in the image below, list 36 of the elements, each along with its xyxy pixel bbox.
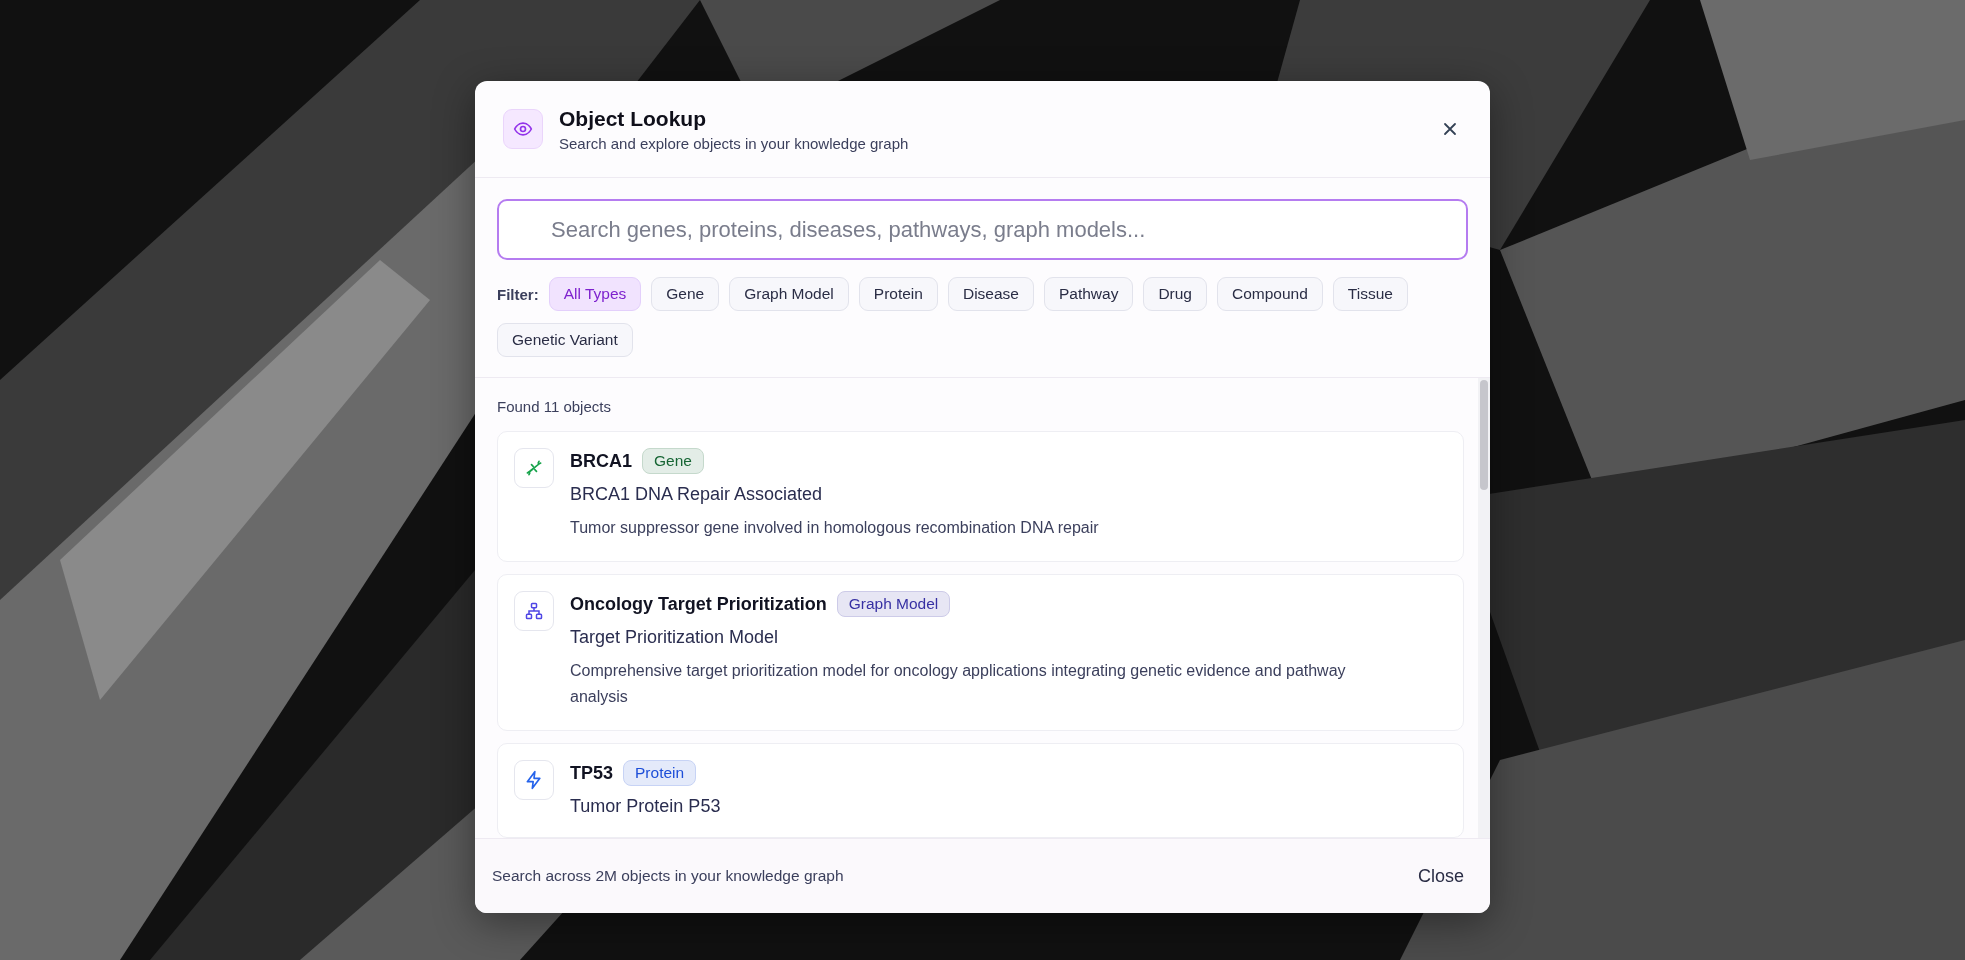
filter-chip[interactable]: Gene <box>651 277 720 311</box>
result-name: TP53 <box>570 762 614 784</box>
result-full-name: Target Prioritization Model <box>570 627 780 648</box>
lightning-icon <box>524 770 544 790</box>
hierarchy-icon <box>524 601 544 621</box>
result-name: BRCA1 <box>570 450 632 472</box>
result-description: Comprehensive target prioritization model for oncology applications integrating genetic evidence and pathway analysis <box>570 661 1347 707</box>
dna-icon <box>524 458 544 478</box>
close-button[interactable]: Close <box>1417 857 1464 895</box>
type-tag: Protein <box>623 760 697 786</box>
filter-chip[interactable]: Graph Model <box>729 277 849 311</box>
result-card[interactable]: Oncology Target Prioritization Graph Model Target Prioritization Model Comprehensive target prioritization model for oncology applications integrating genetic evidence and pathway analysis <box>497 574 1464 731</box>
type-tag: Gene <box>642 448 704 474</box>
filter-chip[interactable]: Tissue <box>1332 277 1408 311</box>
dialog-title: Object Lookup <box>559 106 707 131</box>
filter-chip[interactable]: Compound <box>1217 277 1323 311</box>
filter-chip[interactable]: Disease <box>947 277 1034 311</box>
filter-chip[interactable]: Drug <box>1143 277 1207 311</box>
result-count: Found 11 objects <box>497 398 612 415</box>
filter-chip[interactable]: Pathway <box>1043 277 1134 311</box>
result-name: Oncology Target Prioritization <box>570 593 827 615</box>
type-tag: Graph Model <box>836 591 951 617</box>
result-description: Tumor suppressor gene involved in homologous recombination DNA repair <box>570 518 1100 538</box>
footer-note: Search across 2M objects in your knowledge graph <box>492 867 844 885</box>
filter-chip[interactable]: Genetic Variant <box>497 323 633 357</box>
filter-chip[interactable]: All Types <box>548 277 642 311</box>
result-full-name: Tumor Protein P53 <box>570 796 722 817</box>
result-full-name: BRCA1 DNA Repair Associated <box>570 484 824 505</box>
search-field[interactable]: Search genes, proteins, diseases, pathways, graph models... <box>497 199 1468 260</box>
filter-label: Filter: <box>497 285 539 303</box>
dialog-subtitle: Search and explore objects in your knowledge graph <box>559 134 910 152</box>
scrollbar[interactable] <box>1478 378 1490 838</box>
filter-chip[interactable]: Protein <box>858 277 938 311</box>
eye-icon <box>503 109 543 149</box>
result-card[interactable]: TP53 Protein Tumor Protein P53 <box>497 743 1464 838</box>
result-card[interactable]: BRCA1 Gene BRCA1 DNA Repair Associated Tumor suppressor gene involved in homologous recombination DNA repair <box>497 431 1464 562</box>
